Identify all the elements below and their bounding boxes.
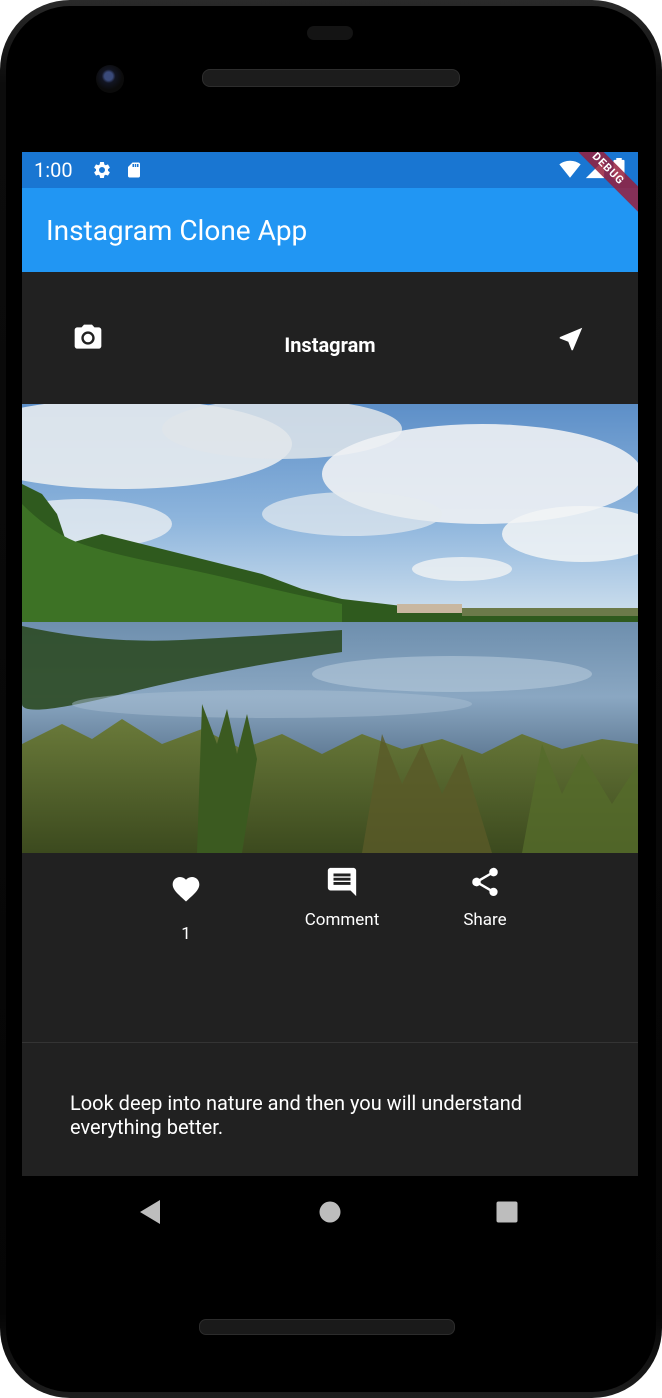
wifi-icon: [558, 158, 582, 184]
home-icon[interactable]: [319, 1201, 341, 1227]
top-sensor: [307, 26, 353, 40]
like-button[interactable]: 1: [164, 873, 208, 944]
comment-icon: [325, 867, 359, 904]
recents-icon[interactable]: [496, 1201, 518, 1227]
share-icon: [468, 867, 502, 904]
status-time: 1:00: [34, 158, 73, 182]
post-header: Instagram: [22, 272, 638, 404]
status-bar: 1:00: [22, 152, 638, 188]
post-header-title: Instagram: [284, 333, 376, 357]
comment-button[interactable]: Comment: [297, 865, 387, 930]
system-nav-bar: [22, 1176, 638, 1248]
send-icon[interactable]: [556, 324, 586, 358]
settings-icon: [92, 160, 112, 184]
bottom-speaker: [199, 1319, 455, 1335]
heart-icon: [170, 877, 202, 910]
app-screen: 1:00 Instagram Clone App DEBUG Instagram: [22, 152, 638, 1176]
post-actions: 1 Comment Share: [22, 853, 638, 1042]
divider: [22, 1042, 638, 1043]
earpiece-speaker: [202, 69, 460, 87]
post-photo: [22, 404, 638, 853]
back-icon[interactable]: [138, 1198, 162, 1230]
app-title: Instagram Clone App: [46, 214, 308, 247]
front-camera: [96, 65, 124, 93]
share-label: Share: [463, 910, 507, 930]
share-button[interactable]: Share: [455, 865, 515, 930]
post-caption: Look deep into nature and then you will …: [70, 1091, 523, 1139]
comment-label: Comment: [304, 910, 380, 930]
like-count: 1: [181, 924, 191, 944]
sd-card-icon: [125, 160, 143, 184]
app-bar: Instagram Clone App: [22, 188, 638, 272]
